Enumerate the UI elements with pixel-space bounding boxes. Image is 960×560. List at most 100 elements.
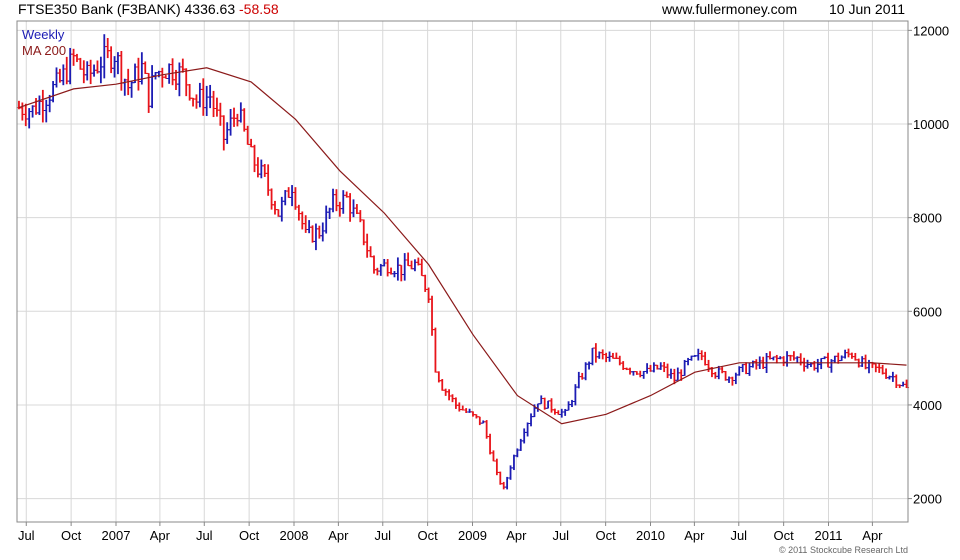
weekly-bar — [193, 94, 199, 109]
weekly-bar — [497, 471, 503, 485]
weekly-bar — [200, 78, 206, 116]
weekly-bar — [685, 357, 691, 366]
weekly-bar — [204, 85, 210, 117]
weekly-bar — [897, 384, 903, 389]
weekly-bar — [238, 102, 244, 123]
weekly-bar — [23, 103, 29, 127]
weekly-bar — [176, 62, 182, 97]
weekly-bar — [699, 350, 705, 361]
x-tick-label: Apr — [862, 528, 883, 543]
weekly-bar — [446, 389, 452, 401]
y-tick-label: 4000 — [913, 398, 942, 413]
y-tick-label: 12000 — [913, 23, 949, 38]
weekly-bar — [576, 371, 582, 389]
weekly-bar — [252, 144, 258, 173]
weekly-bar — [569, 399, 575, 408]
weekly-bar — [391, 271, 397, 278]
weekly-bar — [579, 372, 585, 380]
weekly-bar — [122, 78, 128, 96]
weekly-bar — [849, 352, 855, 359]
weekly-bar — [593, 343, 599, 363]
weekly-bar — [395, 257, 401, 281]
x-tick-label: 2008 — [280, 528, 309, 543]
weekly-bar — [774, 354, 780, 364]
weekly-bar — [484, 420, 490, 439]
weekly-bar — [641, 370, 647, 379]
weekly-bar — [98, 56, 104, 84]
x-tick-label: 2011 — [815, 528, 843, 543]
weekly-bar — [163, 75, 169, 79]
weekly-bar — [316, 225, 322, 239]
plot-frame — [16, 20, 909, 523]
weekly-bar — [702, 351, 708, 366]
weekly-bar — [477, 416, 483, 426]
weekly-bar — [504, 476, 510, 490]
weekly-bar — [586, 361, 592, 370]
weekly-bar — [743, 362, 749, 375]
x-tick-label: Jul — [552, 528, 569, 543]
weekly-bar — [559, 408, 565, 418]
weekly-bar — [719, 367, 725, 374]
weekly-bar — [552, 408, 558, 415]
weekly-bar — [217, 102, 223, 126]
weekly-bar — [313, 223, 319, 251]
weekly-bar — [74, 53, 80, 63]
weekly-bar — [146, 72, 152, 113]
weekly-bar — [555, 410, 561, 415]
weekly-bar — [398, 264, 404, 282]
moving-average-line — [18, 67, 907, 425]
weekly-bar — [733, 372, 739, 385]
weekly-bar — [43, 99, 49, 123]
weekly-bar — [801, 357, 807, 372]
weekly-bar — [784, 351, 790, 367]
x-tick-label: Jul — [18, 528, 35, 543]
y-tick-label: 10000 — [913, 117, 949, 132]
legend: Weekly MA 200 — [22, 27, 66, 59]
weekly-bar — [456, 402, 462, 412]
weekly-bar — [183, 68, 189, 97]
weekly-bar — [108, 46, 114, 74]
weekly-bar — [818, 357, 824, 370]
y-tick-label: 6000 — [913, 304, 942, 319]
weekly-bar — [262, 163, 268, 177]
weekly-bar — [214, 97, 220, 117]
weekly-bar — [825, 352, 831, 368]
weekly-bar — [566, 401, 572, 411]
weekly-bar — [781, 356, 787, 367]
weekly-bar — [36, 95, 42, 116]
weekly-bar — [296, 204, 302, 221]
weekly-bar — [286, 187, 292, 198]
weekly-bar — [405, 252, 411, 267]
x-axis: Jul Oct 2007 Apr Jul Oct 2008 Apr Jul Oct 2009 Apr J… — [18, 522, 883, 543]
weekly-bar — [682, 359, 688, 376]
weekly-bar — [368, 246, 374, 258]
weekly-bar — [228, 108, 234, 136]
weekly-bar — [67, 47, 73, 85]
grid-lines — [17, 21, 908, 522]
weekly-bar — [637, 370, 643, 378]
weekly-bar — [866, 359, 872, 374]
weekly-bar — [842, 349, 848, 359]
weekly-bar — [105, 37, 111, 59]
weekly-bar — [426, 287, 432, 303]
weekly-bar — [409, 260, 415, 270]
weekly-bar — [511, 454, 517, 471]
weekly-bar — [487, 433, 493, 455]
weekly-bar — [651, 362, 657, 373]
weekly-bar — [197, 82, 203, 108]
x-tick-label: Oct — [774, 528, 795, 543]
weekly-bar — [402, 253, 408, 281]
weekly-bar — [84, 61, 90, 81]
y-tick-label: 8000 — [913, 211, 942, 226]
weekly-bar — [490, 450, 496, 462]
weekly-bar — [835, 352, 841, 364]
weekly-bar — [81, 60, 87, 84]
weekly-bar — [439, 378, 445, 391]
weekly-bar — [211, 90, 217, 118]
weekly-bar — [453, 397, 459, 409]
weekly-bar — [340, 190, 346, 214]
x-tick-label: Apr — [684, 528, 705, 543]
weekly-bar — [129, 81, 135, 98]
weekly-bar — [589, 347, 595, 366]
weekly-bar — [521, 428, 527, 444]
